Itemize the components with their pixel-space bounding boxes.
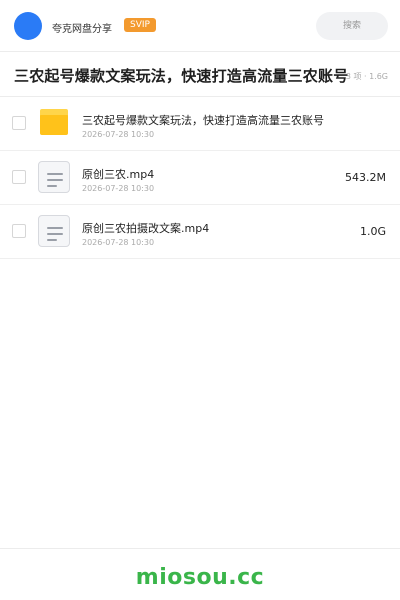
page-title: 三农起号爆款文案玩法，快速打造高流量三农账号 bbox=[14, 67, 349, 85]
top-bar: 夸克网盘分享 SVIP 搜索 bbox=[0, 0, 400, 52]
row-checkbox[interactable] bbox=[12, 116, 26, 130]
folder-icon bbox=[40, 109, 68, 135]
row-checkbox[interactable] bbox=[12, 224, 26, 238]
share-title-bar: 3 项 · 1.6G 三农起号爆款文案玩法，快速打造高流量三农账号 bbox=[0, 53, 400, 97]
search-input[interactable]: 搜索 bbox=[316, 12, 388, 40]
file-size: 1.0G bbox=[359, 225, 386, 238]
document-icon bbox=[38, 215, 70, 247]
footer: miosou.cc bbox=[0, 548, 400, 600]
file-row[interactable]: 原创三农.mp4 2026-07-28 10:30 543.2M bbox=[0, 151, 400, 205]
share-meta: 3 项 · 1.6G bbox=[345, 72, 388, 81]
file-name[interactable]: 原创三农拍摄改文案.mp4 bbox=[82, 220, 209, 236]
svip-badge: SVIP bbox=[124, 18, 156, 32]
document-icon bbox=[38, 161, 70, 193]
file-name[interactable]: 三农起号爆款文案玩法，快速打造高流量三农账号 bbox=[82, 112, 324, 128]
file-row[interactable]: 原创三农拍摄改文案.mp4 2026-07-28 10:30 1.0G bbox=[0, 205, 400, 259]
file-size: 543.2M bbox=[345, 171, 386, 184]
avatar[interactable] bbox=[14, 12, 42, 40]
row-checkbox[interactable] bbox=[12, 170, 26, 184]
file-date: 2026-07-28 10:30 bbox=[82, 238, 155, 247]
file-name[interactable]: 原创三农.mp4 bbox=[82, 166, 154, 182]
file-date: 2026-07-28 10:30 bbox=[82, 184, 155, 193]
file-row[interactable]: 三农起号爆款文案玩法，快速打造高流量三农账号 2026-07-28 10:30 bbox=[0, 97, 400, 151]
file-date: 2026-07-28 10:30 bbox=[82, 130, 155, 139]
brand-name: 夸克网盘分享 bbox=[52, 24, 112, 35]
watermark-text: miosou.cc bbox=[135, 565, 265, 590]
